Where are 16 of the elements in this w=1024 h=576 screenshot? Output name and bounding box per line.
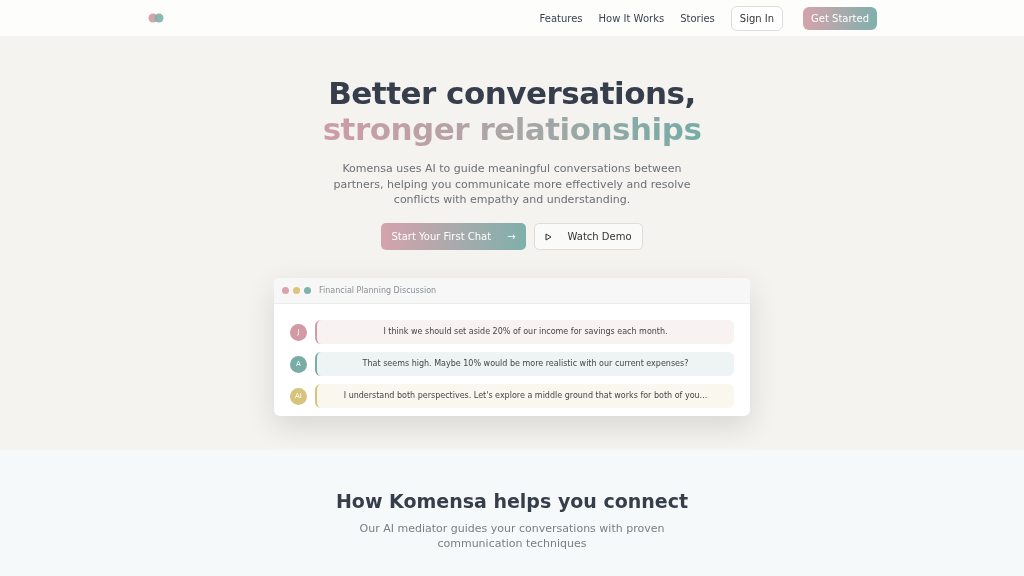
section-subtitle: Our AI mediator guides your conversations with proven communication techniques: [358, 520, 666, 552]
message-bubble: I understand both perspectives. Let's explore a middle ground that works for both of you...: [315, 384, 734, 409]
window-title: Financial Planning Discussion: [319, 284, 437, 297]
message-bubble: That seems high. Maybe 10% would be more realistic with our current expenses?: [315, 352, 734, 377]
nav-link[interactable]: Stories: [680, 10, 715, 26]
watch-demo-button[interactable]: Watch Demo: [533, 223, 643, 251]
logo-icon[interactable]: [148, 12, 164, 24]
sign-in-button[interactable]: Sign In: [730, 5, 784, 31]
section-title: How Komensa helps you connect: [334, 490, 690, 513]
nav-link[interactable]: Features: [539, 10, 583, 26]
hero-description: Komensa uses AI to guide meaningful conversations between partners, helping you communicate more effectively and resolve conflicts with empathy and understanding.: [332, 161, 692, 208]
arrow-icon: →: [507, 229, 516, 245]
message-bubble: I think we should set aside 20% of our income for savings each month.: [315, 320, 734, 345]
play-icon: [544, 232, 552, 241]
hero-title: Better conversations,: [327, 76, 697, 112]
nav-link[interactable]: How It Works: [598, 10, 665, 26]
